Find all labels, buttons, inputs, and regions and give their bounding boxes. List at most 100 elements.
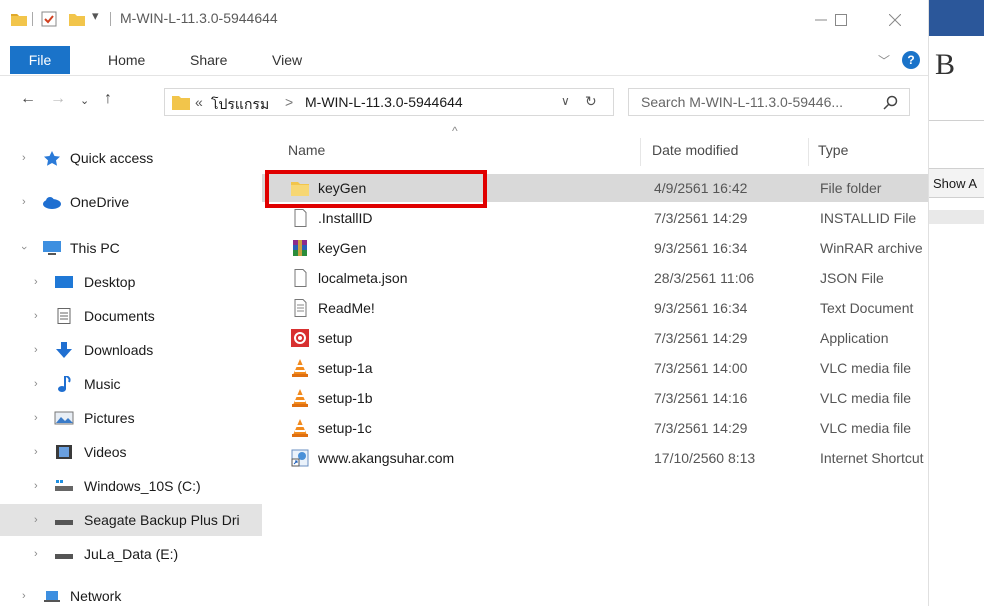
maximize-button[interactable] xyxy=(818,6,864,34)
chevron-right-icon[interactable]: › xyxy=(34,514,38,526)
breadcrumb-overflow[interactable]: « xyxy=(195,94,203,110)
winrar-icon xyxy=(293,240,307,256)
file-date: 7/3/2561 14:29 xyxy=(654,420,748,436)
tab-view[interactable]: View xyxy=(272,52,302,68)
file-name: setup-1a xyxy=(318,360,373,376)
file-row[interactable]: setup-1b 7/3/2561 14:16 VLC media file xyxy=(262,384,928,412)
forward-button[interactable]: → xyxy=(50,90,66,108)
chevron-right-icon[interactable]: › xyxy=(34,446,38,458)
file-date: 7/3/2561 14:16 xyxy=(654,390,748,406)
file-row[interactable]: keyGen 9/3/2561 16:34 WinRAR archive xyxy=(262,234,928,262)
sidebar-item-desktop[interactable]: › Desktop xyxy=(0,266,262,298)
sidebar-item-downloads[interactable]: › Downloads xyxy=(0,334,262,366)
file-row[interactable]: localmeta.json 28/3/2561 11:06 JSON File xyxy=(262,264,928,292)
drive-icon xyxy=(55,480,73,491)
chevron-right-icon[interactable]: › xyxy=(22,590,26,602)
star-icon xyxy=(44,151,60,166)
file-row[interactable]: www.akangsuhar.com 17/10/2560 8:13 Inter… xyxy=(262,444,928,472)
file-name: setup-1c xyxy=(318,420,372,436)
properties-icon[interactable] xyxy=(40,10,58,28)
sidebar-item-label: Seagate Backup Plus Dri xyxy=(84,512,240,528)
divider xyxy=(110,12,111,26)
tab-file[interactable]: File xyxy=(10,46,70,74)
sidebar-item-network[interactable]: › Network xyxy=(0,580,262,612)
sidebar-item-this-pc[interactable]: › This PC xyxy=(0,232,262,264)
expand-ribbon-icon[interactable]: ﹀ xyxy=(878,52,890,69)
file-name: ReadMe! xyxy=(318,300,375,316)
navigation-bar: ← → ⌄ ↑ « โปรแกรม > M-WIN-L-11.3.0-59446… xyxy=(0,82,928,122)
search-input[interactable]: Search M-WIN-L-11.3.0-59446... xyxy=(628,88,910,116)
file-type: VLC media file xyxy=(820,390,912,406)
ribbon-tabs: File Home Share View ﹀ ? xyxy=(0,46,928,76)
column-divider[interactable] xyxy=(808,138,809,166)
desktop-icon xyxy=(55,276,73,288)
sidebar-item-quick-access[interactable]: › Quick access xyxy=(0,142,262,174)
chevron-right-icon[interactable]: › xyxy=(22,196,26,208)
chevron-right-icon[interactable]: › xyxy=(22,152,26,164)
background-letter: B xyxy=(935,48,956,81)
chevron-right-icon[interactable]: › xyxy=(34,276,38,288)
chevron-right-icon[interactable]: › xyxy=(34,548,38,560)
address-bar[interactable]: « โปรแกรม > M-WIN-L-11.3.0-5944644 ∨ ↻ xyxy=(164,88,614,116)
file-row[interactable]: .InstallID 7/3/2561 14:29 INSTALLID File xyxy=(262,204,928,232)
chevron-right-icon[interactable]: › xyxy=(34,344,38,356)
background-title-bar xyxy=(929,0,984,36)
refresh-icon[interactable]: ↻ xyxy=(585,93,597,110)
chevron-down-icon[interactable]: › xyxy=(18,246,30,250)
chevron-right-icon[interactable]: › xyxy=(34,412,38,424)
highlight-box xyxy=(265,170,487,208)
chevron-right-icon[interactable]: › xyxy=(34,378,38,390)
address-dropdown-icon[interactable]: ∨ xyxy=(561,94,570,108)
file-date: 17/10/2560 8:13 xyxy=(654,450,756,466)
vlc-icon xyxy=(292,419,308,437)
file-type: VLC media file xyxy=(820,420,912,436)
up-button[interactable]: ↑ xyxy=(104,90,112,108)
help-icon[interactable]: ? xyxy=(902,51,920,69)
file-type: INSTALLID File xyxy=(820,210,917,226)
file-row[interactable]: setup-1c 7/3/2561 14:29 VLC media file xyxy=(262,414,928,442)
file-row[interactable]: setup-1a 7/3/2561 14:00 VLC media file xyxy=(262,354,928,382)
breadcrumb-separator[interactable]: > xyxy=(285,94,293,110)
background-show-label: Show A xyxy=(933,176,978,191)
sidebar-item-label: OneDrive xyxy=(70,194,130,210)
sidebar-item-label: Network xyxy=(70,588,122,604)
column-header-name[interactable]: Name xyxy=(288,142,325,158)
recent-locations-icon[interactable]: ⌄ xyxy=(80,94,89,107)
close-button[interactable] xyxy=(872,6,918,34)
breadcrumb-item[interactable]: โปรแกรม xyxy=(211,94,269,116)
sidebar-item-seagate-drive[interactable]: › Seagate Backup Plus Dri xyxy=(0,504,262,536)
file-date: 9/3/2561 16:34 xyxy=(654,240,748,256)
chevron-right-icon[interactable]: › xyxy=(34,310,38,322)
tab-home[interactable]: Home xyxy=(108,52,145,68)
back-button[interactable]: ← xyxy=(20,90,36,108)
file-row[interactable]: ReadMe! 9/3/2561 16:34 Text Document xyxy=(262,294,928,322)
file-name: setup xyxy=(318,330,353,346)
new-folder-icon[interactable] xyxy=(68,10,86,28)
file-type: VLC media file xyxy=(820,360,912,376)
sidebar-item-onedrive[interactable]: › OneDrive xyxy=(0,186,262,218)
window-title: M-WIN-L-11.3.0-5944644 xyxy=(120,10,278,26)
pictures-icon xyxy=(54,411,74,425)
pc-icon xyxy=(43,241,61,255)
sidebar-item-label: Music xyxy=(84,376,121,392)
tab-share[interactable]: Share xyxy=(190,52,227,68)
file-type: Application xyxy=(820,330,889,346)
sidebar-item-music[interactable]: › Music xyxy=(0,368,262,400)
sidebar-item-videos[interactable]: › Videos xyxy=(0,436,262,468)
file-type: JSON File xyxy=(820,270,884,286)
column-header-date[interactable]: Date modified xyxy=(652,142,738,158)
column-divider[interactable] xyxy=(640,138,641,166)
drive-icon xyxy=(55,520,73,525)
customize-toolbar-icon[interactable]: ▾ xyxy=(92,8,99,24)
file-date: 7/3/2561 14:29 xyxy=(654,210,748,226)
file-row[interactable]: setup 7/3/2561 14:29 Application xyxy=(262,324,928,352)
blank-file-icon xyxy=(294,269,307,287)
sidebar-item-jula-data[interactable]: › JuLa_Data (E:) xyxy=(0,538,262,570)
videos-icon xyxy=(56,445,72,459)
column-header-type[interactable]: Type xyxy=(818,142,848,158)
sidebar-item-documents[interactable]: › Documents xyxy=(0,300,262,332)
breadcrumb-current[interactable]: M-WIN-L-11.3.0-5944644 xyxy=(305,94,463,110)
chevron-right-icon[interactable]: › xyxy=(34,480,38,492)
sidebar-item-pictures[interactable]: › Pictures xyxy=(0,402,262,434)
sidebar-item-windows-drive[interactable]: › Windows_10S (C:) xyxy=(0,470,262,502)
